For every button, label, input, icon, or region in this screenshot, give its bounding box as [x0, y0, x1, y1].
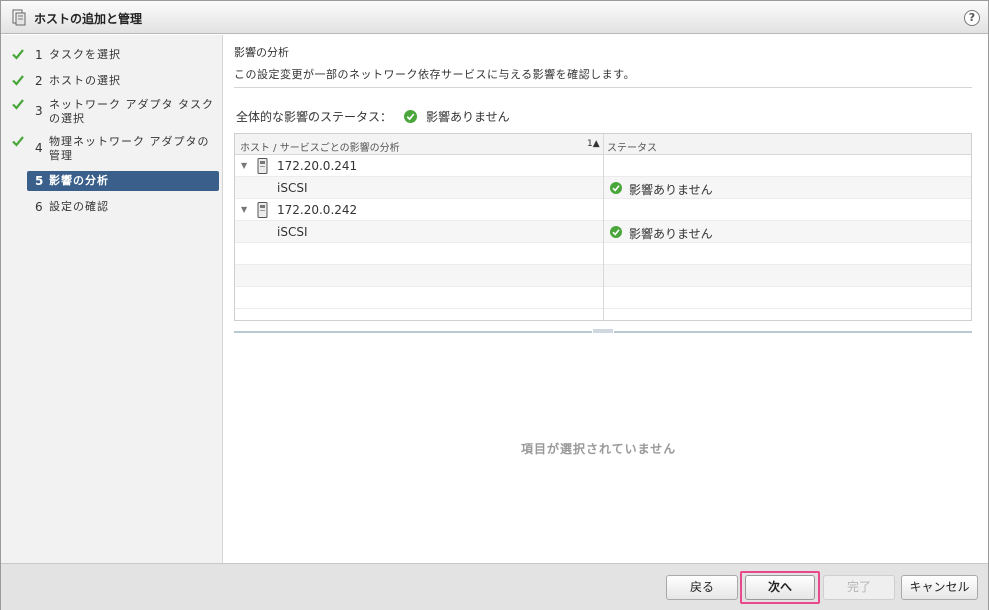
service-name: iSCSI — [277, 181, 308, 195]
ok-status-icon — [610, 226, 622, 238]
host-name: 172.20.0.242 — [277, 203, 358, 217]
step-impact-analysis[interactable]: 5 影響の分析 — [27, 171, 219, 191]
overall-status-value: 影響ありません — [426, 110, 510, 124]
check-icon — [12, 75, 24, 86]
check-icon — [12, 49, 24, 60]
cancel-button[interactable]: キャンセル — [901, 575, 978, 600]
check-icon — [12, 136, 24, 147]
step-number: 1 — [35, 48, 43, 62]
host-manage-icon — [12, 9, 26, 26]
step-number: 4 — [35, 141, 43, 155]
wizard-footer: 戻る 次へ 完了 キャンセル — [1, 563, 988, 610]
sort-indicator: 1▲ — [587, 139, 600, 149]
host-name: 172.20.0.241 — [277, 159, 358, 173]
next-button[interactable]: 次へ — [745, 575, 815, 600]
step-label: 設定の確認 — [49, 200, 109, 213]
no-selection-message: 項目が選択されていません — [521, 442, 677, 456]
column-divider[interactable] — [603, 134, 604, 320]
back-button[interactable]: 戻る — [666, 575, 738, 600]
service-status: 影響ありません — [629, 227, 713, 241]
dialog-title: ホストの追加と管理 — [34, 12, 143, 26]
wizard-steps-sidebar: 1 タスクを選択 2 ホストの選択 3 ネットワーク アダプタ タスクの選択 4… — [1, 35, 223, 563]
finish-button[interactable]: 完了 — [823, 575, 895, 600]
step-number: 3 — [35, 104, 43, 118]
step-label: 影響の分析 — [49, 174, 109, 187]
service-status: 影響ありません — [629, 183, 713, 197]
step-number: 2 — [35, 74, 43, 88]
host-server-icon — [257, 158, 268, 174]
dialog-titlebar: ホストの追加と管理 ? — [1, 1, 988, 34]
step-label: タスクを選択 — [49, 48, 121, 61]
page-title: 影響の分析 — [234, 46, 289, 59]
impact-table: ホスト / サービスごとの影響の分析 1▲ ステータス ▼ 172.20.0.2… — [234, 133, 972, 321]
step-label: 物理ネットワーク アダプタの管理 — [49, 135, 210, 162]
page-description: この設定変更が一部のネットワーク依存サービスに与える影響を確認します。 — [234, 68, 636, 81]
ok-status-icon — [610, 182, 622, 194]
ok-status-icon — [404, 110, 417, 123]
step-number: 5 — [35, 174, 44, 188]
step-label: ネットワーク アダプタ タスクの選択 — [49, 98, 214, 125]
host-server-icon — [257, 202, 268, 218]
column-header-host-service[interactable]: ホスト / サービスごとの影響の分析 — [240, 139, 400, 154]
help-icon[interactable]: ? — [964, 10, 980, 26]
overall-status-label: 全体的な影響のステータス： — [236, 110, 393, 124]
check-icon — [12, 99, 24, 110]
collapse-triangle-icon[interactable]: ▼ — [241, 161, 247, 170]
step-label: ホストの選択 — [49, 74, 121, 87]
wizard-content: 影響の分析 この設定変更が一部のネットワーク依存サービスに与える影響を確認します… — [224, 35, 988, 563]
service-name: iSCSI — [277, 225, 308, 239]
add-manage-hosts-dialog: ホストの追加と管理 ? 1 タスクを選択 2 ホストの選択 3 ネットワーク ア… — [0, 0, 989, 610]
step-number: 6 — [35, 200, 43, 214]
splitter-grip-icon[interactable] — [592, 328, 614, 334]
collapse-triangle-icon[interactable]: ▼ — [241, 205, 247, 214]
column-header-status[interactable]: ステータス — [607, 139, 657, 154]
divider — [234, 87, 972, 88]
